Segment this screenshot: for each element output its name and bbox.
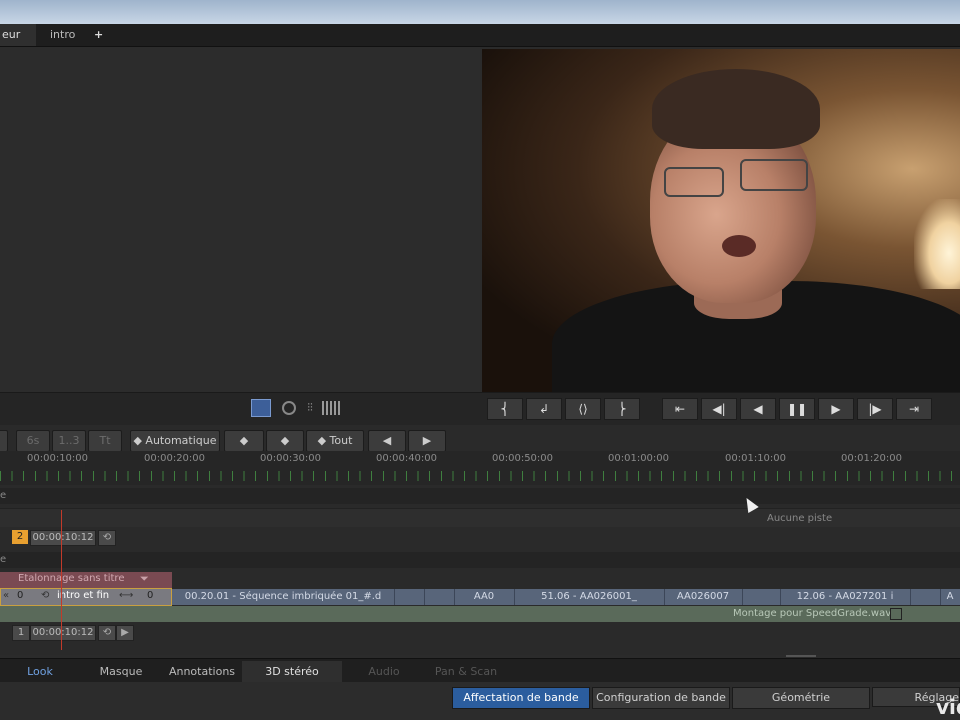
filter-icon[interactable]: ⏷ bbox=[140, 572, 149, 586]
loop-icon[interactable]: ⟲ bbox=[98, 625, 116, 641]
left-value: 0 bbox=[17, 590, 24, 601]
right-value: 0 bbox=[147, 590, 154, 601]
tape-config-button[interactable]: Configuration de bande bbox=[592, 687, 730, 709]
tab-annotations[interactable]: Annotations bbox=[162, 661, 242, 683]
section-header-1: e bbox=[0, 488, 960, 504]
split-button[interactable]: ⟨⟩ bbox=[565, 398, 601, 420]
next-button[interactable]: ▶ bbox=[408, 430, 446, 452]
audio-track-row[interactable]: Montage pour SpeedGrade.wav bbox=[0, 606, 960, 622]
clip-item[interactable]: A bbox=[940, 589, 960, 605]
go-back-button[interactable]: ↲ bbox=[526, 398, 562, 420]
mark-out-button[interactable]: ⎬ bbox=[604, 398, 640, 420]
glasses-right-shape bbox=[740, 159, 808, 191]
mouth-shape bbox=[722, 235, 756, 257]
playhead[interactable] bbox=[61, 510, 62, 650]
go-start-button[interactable]: ⇤ bbox=[662, 398, 698, 420]
tab-3d-stereo[interactable]: 3D stéréo bbox=[242, 661, 342, 683]
ruler-label: 00:00:10:00 bbox=[27, 453, 89, 464]
clip-item[interactable] bbox=[910, 589, 941, 605]
track2-number: 2 bbox=[12, 530, 28, 544]
viewer-control-bar bbox=[0, 392, 960, 425]
tab-editeur[interactable]: eur bbox=[0, 24, 36, 46]
clip-item[interactable]: AA0 bbox=[454, 589, 515, 605]
lamp-shape bbox=[914, 199, 960, 289]
glasses-left-shape bbox=[664, 167, 724, 197]
clip-item[interactable]: 12.06 - AA027201 i bbox=[780, 589, 911, 605]
tab-bar: eur intro + bbox=[0, 24, 960, 47]
intro-label: intro et fin bbox=[57, 590, 110, 601]
track1-number: 1 bbox=[12, 625, 30, 641]
add-tab-button[interactable]: + bbox=[80, 24, 117, 46]
bottom-tab-bar: Look Masque Annotations 3D stéréo Audio … bbox=[0, 658, 960, 683]
range-button[interactable]: 1..3 bbox=[52, 430, 86, 452]
tab-pan-scan[interactable]: Pan & Scan bbox=[426, 661, 506, 683]
mark-in-button[interactable]: ⎨ bbox=[487, 398, 523, 420]
grade-bar[interactable]: Etalonnage sans titre ⏷ bbox=[0, 572, 172, 588]
clip-item[interactable]: 51.06 - AA026001_ bbox=[514, 589, 665, 605]
ruler-label: 00:00:20:00 bbox=[144, 453, 206, 464]
step-back-button[interactable]: ◀| bbox=[701, 398, 737, 420]
all-button[interactable]: ◆ Tout bbox=[306, 430, 364, 452]
tape-assignment-button[interactable]: Affectation de bande bbox=[452, 687, 590, 709]
clip-item[interactable]: AA026007 bbox=[664, 589, 743, 605]
intro-clip[interactable]: « 0 ⟲ intro et fin ⟷ 0 bbox=[0, 588, 172, 606]
ruler-label: 00:01:20:00 bbox=[841, 453, 903, 464]
loop-icon[interactable]: ⟲ bbox=[98, 530, 116, 546]
trim-right-icon[interactable]: ⟷ bbox=[119, 590, 133, 601]
clip-item[interactable] bbox=[424, 589, 455, 605]
histogram-icon[interactable] bbox=[322, 401, 340, 415]
clip-item[interactable] bbox=[394, 589, 425, 605]
view-mode-icon[interactable] bbox=[251, 399, 271, 417]
previous-button[interactable]: ◀ bbox=[368, 430, 406, 452]
go-end-button[interactable]: ⇥ bbox=[896, 398, 932, 420]
trim-icon[interactable]: ⟲ bbox=[41, 590, 49, 601]
resize-handle[interactable] bbox=[786, 655, 816, 657]
tab-audio[interactable]: Audio bbox=[342, 661, 426, 683]
add-keyframe-button[interactable]: ◆ bbox=[266, 430, 304, 452]
play-button[interactable]: ▶ bbox=[818, 398, 854, 420]
ruler-label: 00:00:40:00 bbox=[376, 453, 438, 464]
ruler-label: 00:00:30:00 bbox=[260, 453, 322, 464]
video-viewer[interactable] bbox=[482, 49, 960, 392]
fps-button[interactable]: 6s bbox=[16, 430, 50, 452]
keyframe-button[interactable]: ◆ bbox=[224, 430, 264, 452]
step-forward-button[interactable]: |▶ bbox=[857, 398, 893, 420]
ruler-label: 00:01:00:00 bbox=[608, 453, 670, 464]
tt-button[interactable]: Tt bbox=[88, 430, 122, 452]
audio-toggle-icon[interactable] bbox=[890, 608, 902, 620]
ruler-ticks bbox=[0, 471, 960, 481]
scope-icon[interactable] bbox=[282, 401, 296, 415]
play-reverse-button[interactable]: ◀ bbox=[740, 398, 776, 420]
tab-masque[interactable]: Masque bbox=[80, 661, 162, 683]
watermark-logo: vid bbox=[936, 695, 960, 719]
grade-label: Etalonnage sans titre bbox=[18, 573, 125, 584]
track1-timecode[interactable]: 00:00:10:12 bbox=[30, 625, 96, 641]
empty-track-row: Aucune piste bbox=[0, 508, 960, 527]
tab-look[interactable]: Look bbox=[0, 661, 80, 683]
window-top-strip bbox=[0, 0, 960, 24]
geometry-button[interactable]: Géométrie bbox=[732, 687, 870, 709]
automatic-button[interactable]: ◆ Automatique bbox=[130, 430, 220, 452]
person-hair-shape bbox=[652, 69, 820, 149]
no-track-label: Aucune piste bbox=[767, 513, 833, 524]
clip-item[interactable]: 00.20.01 - Séquence imbriquée 01_#.d bbox=[172, 589, 395, 605]
pause-button[interactable]: ❚❚ bbox=[779, 398, 815, 420]
ruler-label: 00:01:10:00 bbox=[725, 453, 787, 464]
ruler-label: 00:00:50:00 bbox=[492, 453, 554, 464]
video-clip-row: 00.20.01 - Séquence imbriquée 01_#.d AA0… bbox=[172, 589, 960, 605]
left-panel bbox=[0, 47, 480, 392]
toolbar-edge-button[interactable] bbox=[0, 430, 8, 452]
timeline-ruler[interactable]: 00:00:10:00 00:00:20:00 00:00:30:00 00:0… bbox=[0, 451, 960, 485]
play-small-icon[interactable]: ▶ bbox=[116, 625, 134, 641]
waveform-icon[interactable]: ⫶⫶ bbox=[302, 401, 318, 415]
audio-label: Montage pour SpeedGrade.wav bbox=[733, 608, 892, 619]
track2-timecode[interactable]: 00:00:10:12 bbox=[30, 530, 96, 546]
section-header-2: e bbox=[0, 552, 960, 568]
clip-item[interactable] bbox=[742, 589, 781, 605]
